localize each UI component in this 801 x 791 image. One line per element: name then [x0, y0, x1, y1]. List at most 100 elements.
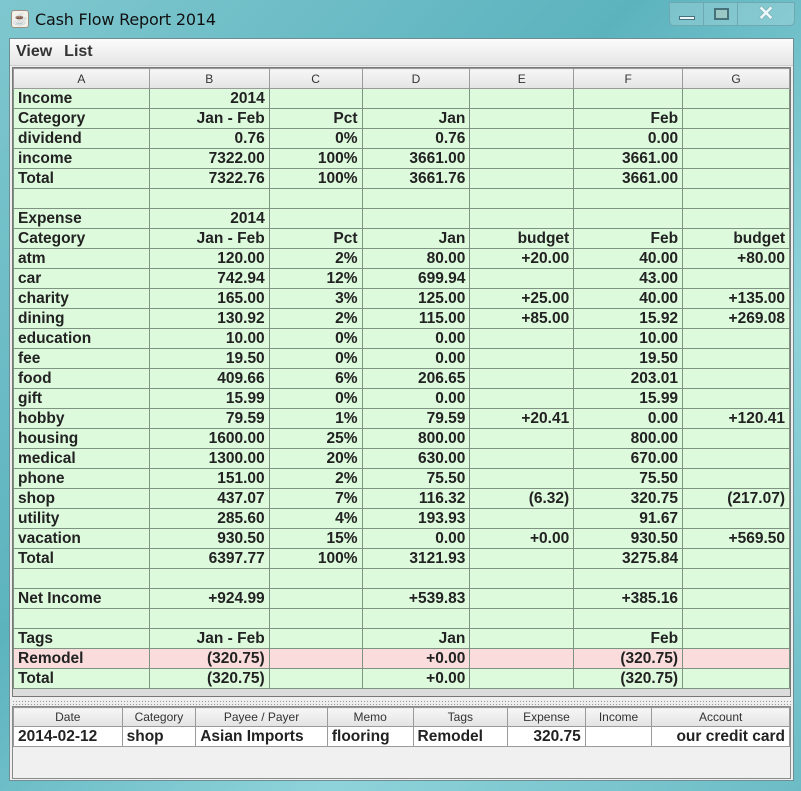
report-cell[interactable]: +80.00: [682, 248, 790, 269]
report-cell[interactable]: income: [13, 148, 150, 169]
report-cell[interactable]: education: [13, 328, 150, 349]
column-header-b[interactable]: B: [148, 68, 270, 89]
report-cell[interactable]: [682, 268, 790, 289]
transaction-cell[interactable]: [584, 726, 653, 747]
report-cell[interactable]: 203.01: [573, 368, 684, 389]
report-cell[interactable]: 0%: [268, 348, 363, 369]
report-cell[interactable]: 100%: [268, 168, 363, 189]
report-cell[interactable]: atm: [13, 248, 150, 269]
report-cell[interactable]: (320.75): [148, 668, 270, 689]
report-cell[interactable]: +0.00: [361, 668, 471, 689]
transaction-column-header[interactable]: Category: [121, 707, 197, 727]
report-cell[interactable]: [469, 428, 575, 449]
report-cell[interactable]: 19.50: [148, 348, 270, 369]
report-cell[interactable]: 15.99: [573, 388, 684, 409]
report-cell[interactable]: 0.00: [361, 328, 471, 349]
report-cell[interactable]: Total: [13, 168, 150, 189]
transaction-column-header[interactable]: Expense: [507, 707, 586, 727]
report-cell[interactable]: 699.94: [361, 268, 471, 289]
report-cell[interactable]: [469, 208, 575, 229]
report-cell[interactable]: Income: [13, 88, 150, 109]
report-cell[interactable]: Tags: [13, 628, 150, 649]
report-cell[interactable]: 15%: [268, 528, 363, 549]
report-cell[interactable]: 40.00: [573, 248, 684, 269]
report-cell[interactable]: 75.50: [361, 468, 471, 489]
report-cell[interactable]: 43.00: [573, 268, 684, 289]
report-cell[interactable]: [682, 448, 790, 469]
report-cell[interactable]: hobby: [13, 408, 150, 429]
report-cell[interactable]: +0.00: [469, 528, 575, 549]
report-cell[interactable]: 0.00: [361, 348, 471, 369]
report-cell[interactable]: [469, 648, 575, 669]
report-cell[interactable]: 120.00: [148, 248, 270, 269]
report-cell[interactable]: 7322.76: [148, 168, 270, 189]
report-cell[interactable]: 6%: [268, 368, 363, 389]
report-cell[interactable]: [682, 388, 790, 409]
report-cell[interactable]: 91.67: [573, 508, 684, 529]
report-cell[interactable]: 79.59: [148, 408, 270, 429]
report-cell[interactable]: 100%: [268, 548, 363, 569]
report-cell[interactable]: gift: [13, 388, 150, 409]
report-cell[interactable]: 0%: [268, 388, 363, 409]
report-cell[interactable]: 670.00: [573, 448, 684, 469]
report-cell[interactable]: 116.32: [361, 488, 471, 509]
report-cell[interactable]: 0.00: [573, 128, 684, 149]
report-cell[interactable]: 193.93: [361, 508, 471, 529]
report-cell[interactable]: Remodel: [13, 648, 150, 669]
report-cell[interactable]: [682, 348, 790, 369]
report-cell[interactable]: [13, 568, 150, 589]
report-cell[interactable]: 125.00: [361, 288, 471, 309]
report-cell[interactable]: 930.50: [148, 528, 270, 549]
report-cell[interactable]: [469, 388, 575, 409]
report-cell[interactable]: +85.00: [469, 308, 575, 329]
report-cell[interactable]: 15.92: [573, 308, 684, 329]
column-header-d[interactable]: D: [361, 68, 471, 89]
transaction-column-header[interactable]: Memo: [326, 707, 414, 727]
report-cell[interactable]: 10.00: [573, 328, 684, 349]
report-cell[interactable]: [361, 608, 471, 629]
report-cell[interactable]: 0%: [268, 328, 363, 349]
report-cell[interactable]: [573, 608, 684, 629]
report-cell[interactable]: [469, 108, 575, 129]
report-cell[interactable]: 800.00: [361, 428, 471, 449]
report-cell[interactable]: Jan - Feb: [148, 108, 270, 129]
column-header-c[interactable]: C: [268, 68, 363, 89]
report-cell[interactable]: [469, 148, 575, 169]
report-cell[interactable]: [268, 588, 363, 609]
report-cell[interactable]: [469, 368, 575, 389]
report-cell[interactable]: Feb: [573, 108, 684, 129]
report-cell[interactable]: [682, 608, 790, 629]
report-cell[interactable]: [469, 568, 575, 589]
report-cell[interactable]: [268, 188, 363, 209]
report-cell[interactable]: [361, 188, 471, 209]
report-cell[interactable]: [682, 628, 790, 649]
report-cell[interactable]: fee: [13, 348, 150, 369]
report-cell[interactable]: [268, 668, 363, 689]
report-cell[interactable]: [469, 188, 575, 209]
report-cell[interactable]: 7%: [268, 488, 363, 509]
report-cell[interactable]: [268, 648, 363, 669]
report-cell[interactable]: 115.00: [361, 308, 471, 329]
report-cell[interactable]: [682, 468, 790, 489]
report-cell[interactable]: 630.00: [361, 448, 471, 469]
report-cell[interactable]: Feb: [573, 228, 684, 249]
report-cell[interactable]: Total: [13, 668, 150, 689]
transaction-column-header[interactable]: Tags: [412, 707, 509, 727]
report-cell[interactable]: Feb: [573, 628, 684, 649]
report-cell[interactable]: [469, 508, 575, 529]
report-cell[interactable]: vacation: [13, 528, 150, 549]
report-cell[interactable]: [148, 608, 270, 629]
report-cell[interactable]: 80.00: [361, 248, 471, 269]
report-cell[interactable]: [682, 128, 790, 149]
report-cell[interactable]: 6397.77: [148, 548, 270, 569]
report-cell[interactable]: [13, 188, 150, 209]
report-cell[interactable]: [469, 448, 575, 469]
report-cell[interactable]: [682, 548, 790, 569]
report-cell[interactable]: +135.00: [682, 288, 790, 309]
report-cell[interactable]: 20%: [268, 448, 363, 469]
title-bar[interactable]: ☕ Cash Flow Report 2014 ✕: [0, 0, 801, 38]
report-cell[interactable]: Expense: [13, 208, 150, 229]
report-cell[interactable]: [682, 208, 790, 229]
transaction-cell[interactable]: Remodel: [412, 726, 509, 747]
transaction-cell[interactable]: Asian Imports: [195, 726, 328, 747]
